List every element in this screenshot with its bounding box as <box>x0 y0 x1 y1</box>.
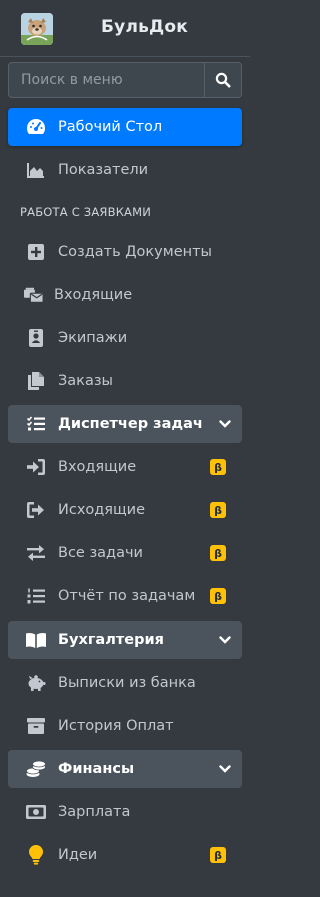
list-ol-icon <box>26 586 46 606</box>
nav-payment-history-label: История Оплат <box>58 718 174 734</box>
brand-link[interactable]: БульДок <box>0 0 250 57</box>
beta-badge: β <box>210 588 226 604</box>
plus-square-icon <box>26 242 46 262</box>
nav-dispatcher-incoming-label: Входящие <box>58 459 137 475</box>
nav-ideas-label: Идеи <box>58 847 98 863</box>
nav-create-documents[interactable]: Создать Документы <box>8 233 242 271</box>
nav-dispatcher-outgoing-label: Исходящие <box>58 502 146 518</box>
nav-task-report-label: Отчёт по задачам <box>58 588 196 604</box>
beta-badge: β <box>210 847 226 863</box>
nav-indicators[interactable]: Показатели <box>8 151 242 189</box>
section-header: РАБОТА С ЗАЯВКАМИ <box>20 205 152 219</box>
nav-salary-label: Зарплата <box>58 804 131 820</box>
nav-incoming-label: Входящие <box>54 287 133 303</box>
mail-bulk-icon <box>24 285 44 305</box>
nav-orders[interactable]: Заказы <box>8 362 242 400</box>
coins-icon <box>26 759 46 779</box>
nav-orders-label: Заказы <box>58 373 113 389</box>
nav-crews-label: Экипажи <box>58 330 128 346</box>
nav-indicators-label: Показатели <box>58 162 149 178</box>
tachometer-icon <box>26 117 46 137</box>
brand-title: БульДок <box>101 17 188 37</box>
nav-task-dispatcher-label: Диспетчер задач <box>58 416 203 432</box>
nav-incoming[interactable]: Входящие <box>8 276 242 314</box>
nav-bank-statements[interactable]: Выписки из банка <box>8 664 242 702</box>
nav-dashboard[interactable]: Рабочий Стол <box>8 108 242 146</box>
nav-crews[interactable]: Экипажи <box>8 319 242 357</box>
tasks-icon <box>26 414 46 434</box>
sidebar: БульДок Рабочий Стол <box>0 0 250 897</box>
beta-badge: β <box>210 502 226 518</box>
sign-out-icon <box>26 500 46 520</box>
copy-icon <box>26 371 46 391</box>
sidebar-search <box>8 62 242 98</box>
search-input[interactable] <box>9 63 205 97</box>
search-icon <box>215 72 231 88</box>
nav-all-tasks-label: Все задачи <box>58 545 143 561</box>
book-open-icon <box>26 630 46 650</box>
nav-accounting-label: Бухгалтерия <box>58 632 164 648</box>
sign-in-icon <box>26 457 46 477</box>
nav-finance[interactable]: Финансы <box>8 750 242 788</box>
nav-ideas[interactable]: Идеи β <box>8 836 242 874</box>
lightbulb-icon <box>26 845 46 865</box>
archive-icon <box>26 716 46 736</box>
nav-accounting[interactable]: Бухгалтерия <box>8 621 242 659</box>
nav-dispatcher-incoming[interactable]: Входящие β <box>8 448 242 486</box>
exchange-icon <box>26 543 46 563</box>
nav-dashboard-label: Рабочий Стол <box>58 119 163 135</box>
piggy-bank-icon <box>26 673 46 693</box>
chevron-down-icon <box>218 762 232 776</box>
nav-task-dispatcher[interactable]: Диспетчер задач <box>8 405 242 443</box>
nav-salary[interactable]: Зарплата <box>8 793 242 831</box>
nav-create-documents-label: Создать Документы <box>58 244 212 260</box>
nav-dispatcher-outgoing[interactable]: Исходящие β <box>8 491 242 529</box>
nav-finance-label: Финансы <box>58 761 135 777</box>
id-badge-icon <box>26 328 46 348</box>
chevron-down-icon <box>218 633 232 647</box>
area-chart-icon <box>26 160 46 180</box>
nav-all-tasks[interactable]: Все задачи β <box>8 534 242 572</box>
search-button[interactable] <box>204 63 241 97</box>
beta-badge: β <box>210 459 226 475</box>
chevron-down-icon <box>218 417 232 431</box>
nav-bank-statements-label: Выписки из банка <box>58 675 196 691</box>
brand-logo <box>21 13 53 45</box>
nav-task-report[interactable]: Отчёт по задачам β <box>8 577 242 615</box>
nav-payment-history[interactable]: История Оплат <box>8 707 242 745</box>
money-bill-icon <box>26 802 46 822</box>
beta-badge: β <box>210 545 226 561</box>
